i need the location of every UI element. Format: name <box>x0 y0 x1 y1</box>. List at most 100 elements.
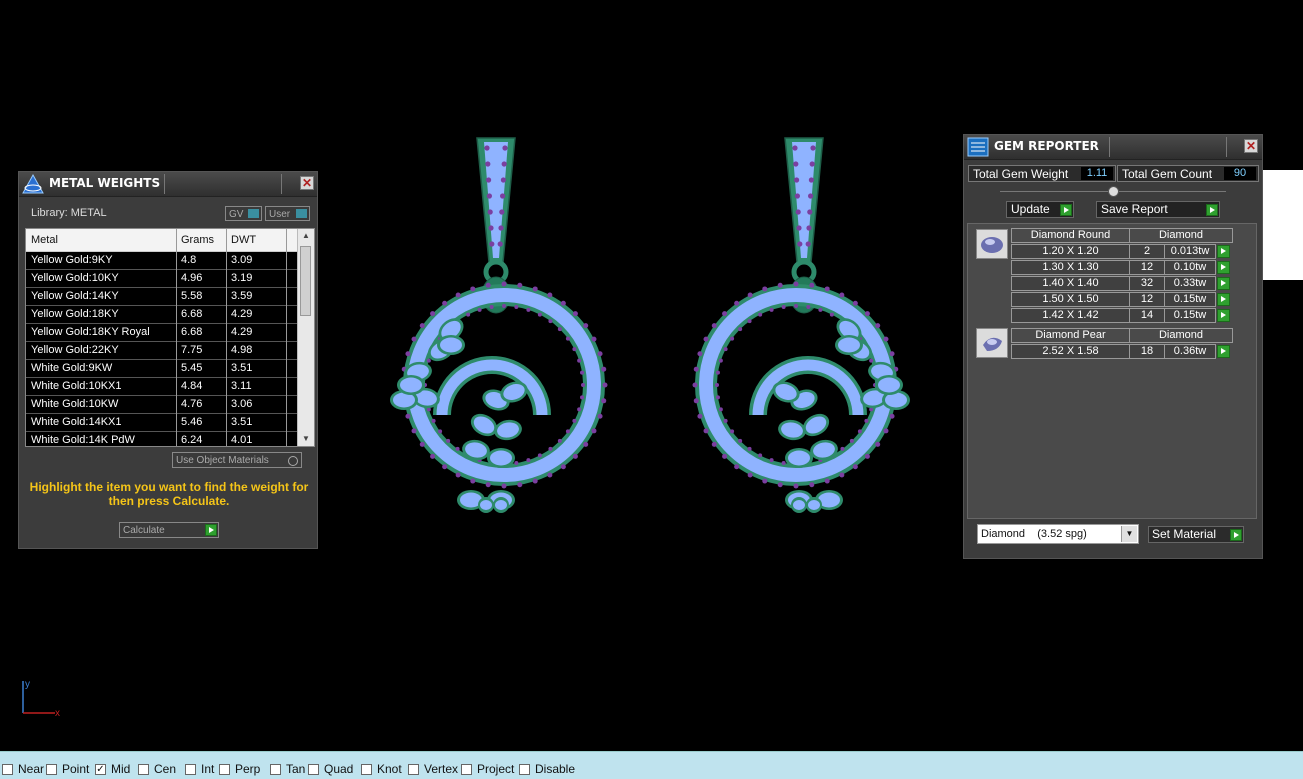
close-icon[interactable]: ✕ <box>300 176 314 190</box>
col-metal[interactable]: Metal <box>31 234 58 246</box>
snap-label: Knot <box>377 762 402 776</box>
play-icon[interactable] <box>1217 309 1230 322</box>
update-button[interactable]: Update <box>1006 201 1074 218</box>
gem-list[interactable]: Diamond Round Diamond 1.20 X 1.20 2 0.01… <box>967 223 1257 519</box>
cell-metal: White Gold:10KX1 <box>31 380 122 392</box>
cell-grams: 4.8 <box>181 254 197 266</box>
snap-project[interactable]: Project <box>461 762 514 776</box>
calculate-label: Calculate <box>123 525 165 536</box>
play-icon[interactable] <box>1060 204 1072 216</box>
snap-perp[interactable]: Perp <box>219 762 260 776</box>
scroll-thumb[interactable] <box>300 246 311 316</box>
material-select-value: Diamond (3.52 spg) <box>981 528 1087 540</box>
set-material-label: Set Material <box>1152 527 1217 541</box>
snap-label: Perp <box>235 762 261 776</box>
snap-cen[interactable]: Cen <box>138 762 176 776</box>
gem-round-icon[interactable] <box>976 229 1008 259</box>
material-select[interactable]: Diamond (3.52 spg) ▼ <box>977 524 1139 544</box>
play-icon[interactable] <box>1217 245 1230 258</box>
gem-size: 2.52 X 1.58 <box>1011 344 1130 359</box>
snap-knot[interactable]: Knot <box>361 762 402 776</box>
table-row[interactable]: Yellow Gold:9KY 4.8 3.09 <box>26 252 314 270</box>
checkbox-icon[interactable] <box>46 763 57 775</box>
snap-point[interactable]: Point <box>46 762 89 776</box>
gem-weight: 0.15tw <box>1164 308 1216 323</box>
table-row[interactable]: Yellow Gold:14KY 5.58 3.59 <box>26 288 314 306</box>
use-object-materials-toggle[interactable]: Use Object Materials <box>172 452 302 468</box>
play-icon[interactable] <box>1217 261 1230 274</box>
checkbox-icon[interactable]: ✓ <box>95 763 106 775</box>
table-row[interactable]: White Gold:10KX1 4.84 3.11 <box>26 378 314 396</box>
title-separator <box>1109 137 1110 157</box>
table-row[interactable]: White Gold:10KW 4.76 3.06 <box>26 396 314 414</box>
checkbox-icon[interactable] <box>308 763 319 775</box>
hint-text: Highlight the item you want to find the … <box>29 480 309 508</box>
checkbox-icon[interactable] <box>219 763 230 775</box>
gem-pear-icon[interactable] <box>976 328 1008 358</box>
play-icon[interactable] <box>1217 277 1230 290</box>
table-row[interactable]: Yellow Gold:22KY 7.75 4.98 <box>26 342 314 360</box>
snap-disable[interactable]: Disable <box>519 762 575 776</box>
total-gem-weight-label: Total Gem Weight <box>973 167 1069 181</box>
scroll-down-icon[interactable]: ▼ <box>298 432 314 446</box>
calculate-button[interactable]: Calculate <box>119 522 219 538</box>
play-icon[interactable] <box>205 524 217 536</box>
play-icon[interactable] <box>1206 204 1218 216</box>
cell-grams: 6.24 <box>181 434 203 446</box>
axis-y-label: y <box>25 679 30 690</box>
cell-metal: Yellow Gold:18KY Royal <box>31 326 150 338</box>
checkbox-icon[interactable] <box>408 763 419 775</box>
table-row[interactable]: Yellow Gold:18KY 6.68 4.29 <box>26 306 314 324</box>
checkbox-icon[interactable] <box>519 763 530 775</box>
table-row[interactable]: White Gold:14KX1 5.46 3.51 <box>26 414 314 432</box>
table-row[interactable]: White Gold:14K PdW 6.24 4.01 <box>26 432 314 446</box>
snap-quad[interactable]: Quad <box>308 762 353 776</box>
cell-grams: 5.46 <box>181 416 203 428</box>
checkbox-icon[interactable] <box>361 763 372 775</box>
checkbox-icon[interactable] <box>138 763 149 775</box>
cell-dwt: 4.29 <box>231 326 253 338</box>
scroll-up-icon[interactable]: ▲ <box>298 229 314 243</box>
snap-mid[interactable]: ✓ Mid <box>95 762 130 776</box>
metal-table-scrollbar[interactable]: ▲ ▼ <box>297 229 314 446</box>
radio-icon[interactable] <box>288 456 298 466</box>
snap-vertex[interactable]: Vertex <box>408 762 458 776</box>
save-report-button[interactable]: Save Report <box>1096 201 1220 218</box>
table-row[interactable]: Yellow Gold:10KY 4.96 3.19 <box>26 270 314 288</box>
metal-weights-titlebar[interactable]: METAL WEIGHTS ✕ <box>19 172 317 197</box>
play-icon[interactable] <box>1217 345 1230 358</box>
cell-grams: 4.84 <box>181 380 203 392</box>
close-icon[interactable]: ✕ <box>1244 139 1258 153</box>
checkbox-icon[interactable] <box>185 763 196 775</box>
metal-table[interactable]: Metal Grams DWT Yellow Gold:9KY 4.8 3.09 Ye… <box>25 228 315 447</box>
cell-dwt: 3.51 <box>231 362 253 374</box>
gv-button[interactable]: GV <box>225 206 262 221</box>
title-separator <box>1226 137 1227 157</box>
checkbox-icon[interactable] <box>461 763 472 775</box>
play-icon[interactable] <box>1230 529 1242 541</box>
chevron-down-icon[interactable]: ▼ <box>1121 526 1137 542</box>
table-row[interactable]: Yellow Gold:18KY Royal 6.68 4.29 <box>26 324 314 342</box>
snap-int[interactable]: Int <box>185 762 214 776</box>
table-row[interactable]: White Gold:9KW 5.45 3.51 <box>26 360 314 378</box>
earring-right[interactable] <box>692 137 911 513</box>
user-button[interactable]: User <box>265 206 310 221</box>
title-separator <box>164 174 165 194</box>
snap-tan[interactable]: Tan <box>270 762 305 776</box>
cell-dwt: 4.29 <box>231 308 253 320</box>
snap-near[interactable]: Near <box>2 762 44 776</box>
gem-reporter-titlebar[interactable]: GEM REPORTER ✕ <box>964 135 1262 160</box>
slider-handle[interactable] <box>1108 186 1119 197</box>
user-label: User <box>269 209 291 220</box>
earring-left[interactable] <box>390 137 608 513</box>
col-dwt[interactable]: DWT <box>231 234 256 246</box>
cell-dwt: 3.09 <box>231 254 253 266</box>
cell-dwt: 3.06 <box>231 398 253 410</box>
checkbox-icon[interactable] <box>270 763 281 775</box>
col-grams[interactable]: Grams <box>181 234 214 246</box>
gem-material: Diamond <box>1129 328 1233 343</box>
play-icon[interactable] <box>1217 293 1230 306</box>
checkbox-icon[interactable] <box>2 763 13 775</box>
snap-label: Disable <box>535 762 576 776</box>
set-material-button[interactable]: Set Material <box>1148 526 1244 543</box>
